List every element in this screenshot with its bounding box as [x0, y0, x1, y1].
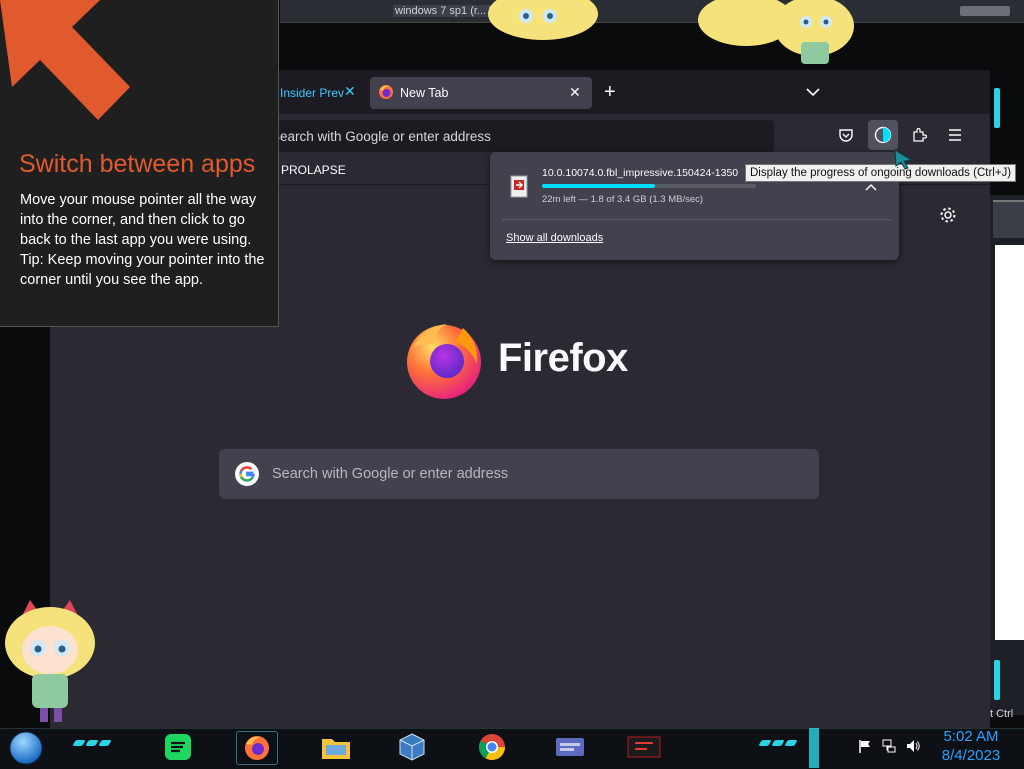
show-all-downloads-button[interactable]: Show all downloads [506, 232, 603, 244]
file-explorer-icon[interactable] [316, 731, 356, 763]
firefox-icon [379, 85, 393, 99]
new-tab-button[interactable]: + [604, 81, 616, 104]
extensions-icon[interactable] [904, 120, 934, 150]
downloads-progress-icon[interactable] [868, 120, 898, 150]
download-progress-fill [542, 184, 656, 188]
search-placeholder: Search with Google or enter address [272, 466, 509, 482]
close-tab-icon[interactable]: ✕ [569, 84, 581, 101]
arrow-up-left-icon [0, 0, 130, 120]
tip-title: Switch between apps [19, 150, 256, 178]
panel-divider [502, 219, 891, 220]
vm-window-controls[interactable] [960, 6, 1010, 16]
mascot-sticker [488, 0, 598, 40]
clock-time: 5:02 AM [943, 728, 999, 745]
accent-strip [994, 88, 1000, 128]
start-button[interactable] [7, 730, 45, 766]
spotify-icon[interactable] [158, 731, 198, 763]
accent-strip [994, 660, 1000, 700]
taskbar-decoration [758, 740, 798, 748]
installer-file-icon [510, 175, 528, 198]
network-icon[interactable] [881, 738, 897, 754]
chevron-up-icon[interactable] [864, 182, 878, 192]
show-desktop-button[interactable] [809, 728, 819, 768]
google-icon [235, 462, 259, 486]
downloads-tooltip: Display the progress of ongoing download… [745, 164, 1017, 182]
virtualbox-icon[interactable] [392, 731, 432, 763]
mouse-cursor-icon [894, 149, 913, 170]
gear-icon[interactable] [939, 206, 957, 224]
taskbar-decoration [72, 740, 112, 748]
tab-label: New Tab [400, 86, 449, 100]
clock-date: 8/4/2023 [941, 747, 1001, 764]
chevron-down-icon[interactable] [805, 86, 821, 98]
desktop-window-content [995, 245, 1024, 640]
desktop-window-titlebar [993, 200, 1024, 238]
tab-insider-preview[interactable]: Insider Prev ✕ [278, 79, 364, 109]
chrome-icon[interactable] [472, 731, 512, 763]
volume-icon[interactable] [905, 738, 921, 754]
tip-text: Move your mouse pointer all the way into… [20, 192, 257, 248]
download-status: 22m left — 1.8 of 3.4 GB (1.3 MB/sec) [542, 194, 704, 205]
download-progress-bar [542, 184, 756, 188]
tip-hint: Tip: Keep moving your pointer into the c… [20, 252, 265, 288]
vm-window-titlebar [280, 0, 1024, 23]
mascot-sticker [698, 0, 854, 64]
video-app-icon[interactable] [624, 731, 664, 763]
firefox-icon[interactable] [236, 731, 278, 765]
firefox-logo-icon [407, 324, 481, 399]
host-key-text: t Ctrl [990, 708, 1014, 720]
control-panel-icon[interactable] [550, 731, 590, 763]
url-placeholder: Search with Google or enter address [271, 129, 491, 144]
bookmark-item[interactable]: PROLAPSE [281, 163, 346, 177]
close-tab-icon[interactable]: ✕ [344, 83, 356, 100]
menu-icon[interactable] [940, 120, 970, 150]
firefox-wordmark: Firefox [498, 336, 628, 380]
download-file-name[interactable]: 10.0.10074.0.fbl_impressive.150424-1350 [542, 167, 738, 179]
tab-label: Insider Prev [280, 86, 345, 100]
tip-body: Move your mouse pointer all the way into… [20, 190, 265, 290]
system-clock[interactable]: 5:02 AM 8/4/2023 [930, 727, 1012, 765]
mascot-sticker [5, 600, 95, 722]
pocket-icon[interactable] [831, 120, 861, 150]
action-center-flag-icon[interactable] [857, 738, 873, 754]
